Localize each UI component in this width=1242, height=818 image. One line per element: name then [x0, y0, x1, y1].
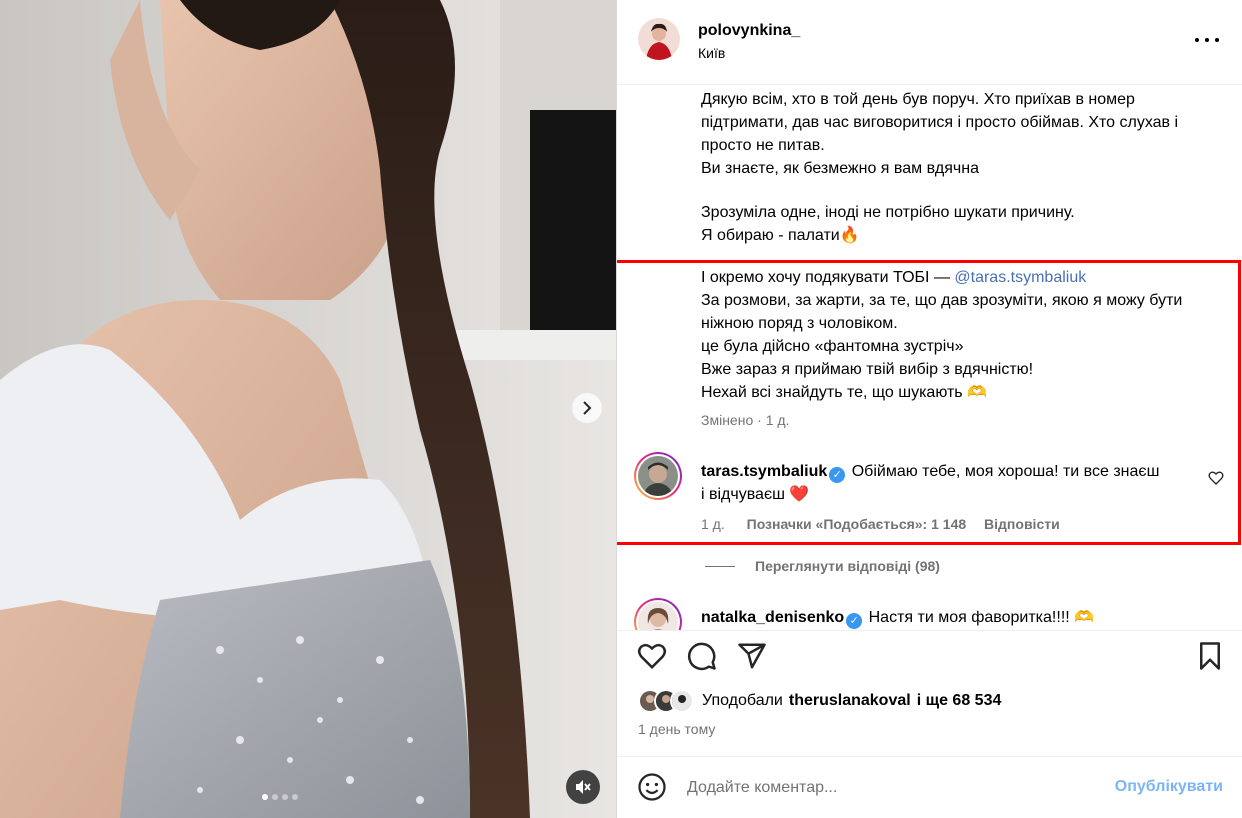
avatar-image — [638, 456, 678, 496]
avatar-image — [638, 18, 680, 60]
post-header: polovynkina_ Київ — [617, 0, 1242, 85]
commenter-username[interactable]: natalka_denisenko — [701, 609, 844, 626]
post-comment-button[interactable]: Опублікувати — [1115, 778, 1223, 796]
post-photo — [0, 0, 616, 818]
more-options-icon[interactable] — [1195, 30, 1219, 50]
avatar-image — [638, 602, 678, 630]
caption-line: Вже зараз я приймаю твій вибір з вдячніс… — [701, 361, 1034, 378]
caption-line: Я обираю - палати🔥 — [701, 227, 860, 244]
emoji-icon[interactable] — [637, 772, 667, 802]
author-avatar[interactable] — [638, 18, 680, 60]
comment-text: і відчуваєш ❤️ — [701, 486, 810, 503]
comment-line: natalka_denisenko ✓ Настя ти моя фаворитк… — [701, 606, 1201, 629]
chevron-right-icon — [583, 401, 592, 415]
bookmark-icon[interactable] — [1195, 641, 1225, 671]
post-media[interactable] — [0, 0, 616, 818]
mute-button[interactable] — [566, 770, 600, 804]
carousel-dot — [282, 794, 288, 800]
liked-by-count[interactable]: і ще 68 534 — [917, 692, 1002, 710]
next-media-button[interactable] — [572, 393, 602, 423]
caption-line: ніжною поряд з чоловіком. — [701, 315, 898, 332]
liker-avatars — [638, 689, 694, 713]
like-comment-heart-icon[interactable] — [1208, 470, 1224, 486]
commenter-username[interactable]: taras.tsymbaliuk — [701, 463, 827, 480]
comment-icon[interactable] — [687, 641, 717, 671]
add-comment-bar: Опублікувати — [617, 756, 1242, 818]
edited-time[interactable]: 1 д. — [766, 412, 790, 428]
caption-line: Зрозуміла одне, іноді не потрібно шукати… — [701, 204, 1075, 221]
verified-badge-icon: ✓ — [829, 467, 846, 483]
post-details-panel: polovynkina_ Київ Дякую всім, хто в той … — [616, 0, 1242, 818]
caption-line: просто не питав. — [701, 137, 825, 154]
carousel-indicator — [262, 794, 298, 800]
carousel-dot — [292, 794, 298, 800]
post-location[interactable]: Київ — [698, 45, 725, 61]
verified-badge-icon: ✓ — [846, 613, 863, 629]
caption-line: Нехай всі знайдуть те, що шукають 🫶 — [701, 384, 988, 401]
caption-line: це була дійсно «фантомна зустріч» — [701, 338, 964, 355]
caption-line: За розмови, за жарти, за те, що дав зроз… — [701, 292, 1183, 309]
reply-button[interactable]: Відповісти — [984, 516, 1060, 532]
comment-time[interactable]: 1 д. — [701, 516, 725, 532]
carousel-dot — [272, 794, 278, 800]
post-time[interactable]: 1 день тому — [638, 721, 715, 737]
caption-line: підтримати, дав час виговоритися і прост… — [701, 114, 1179, 131]
comments-list[interactable]: Дякую всім, хто в той день був поруч. Хт… — [617, 86, 1242, 630]
edited-label: Змінено — [701, 412, 754, 428]
comment-likes[interactable]: Позначки «Подобається»: 1 148 — [747, 516, 967, 532]
comment-meta: 1 д. Позначки «Подобається»: 1 148 Відпо… — [701, 516, 1060, 532]
view-replies-label: Переглянути відповіді (98) — [755, 558, 940, 574]
caption-meta: Змінено · 1 д. — [701, 412, 790, 428]
comment-body: natalka_denisenko ✓ Настя ти моя фаворитк… — [701, 606, 1201, 629]
author-username[interactable]: polovynkina_ — [698, 22, 800, 40]
speaker-muted-icon — [576, 780, 591, 794]
caption-block-1: Дякую всім, хто в той день був поруч. Хт… — [701, 88, 1231, 180]
commenter-avatar[interactable] — [634, 452, 682, 500]
replies-divider — [705, 565, 735, 567]
liked-by[interactable]: Уподобали theruslanakoval і ще 68 534 — [638, 689, 1001, 713]
caption-thanks-text: І окремо хочу подякувати ТОБІ — — [701, 269, 955, 286]
share-icon[interactable] — [737, 641, 767, 671]
caption-line: І окремо хочу подякувати ТОБІ — @taras.t… — [701, 266, 1231, 289]
liked-by-prefix: Уподобали — [702, 692, 783, 709]
comment-line: taras.tsymbaliuk ✓ Обіймаю тебе, моя хоро… — [701, 460, 1201, 483]
comment-body: taras.tsymbaliuk ✓ Обіймаю тебе, моя хоро… — [701, 460, 1201, 506]
heart-icon[interactable] — [637, 641, 667, 671]
liked-by-user[interactable]: theruslanakoval — [789, 692, 911, 710]
comment-input[interactable] — [687, 773, 1087, 803]
commenter-avatar[interactable] — [634, 598, 682, 630]
comment-text: Обіймаю тебе, моя хороша! ти все знаєш — [851, 463, 1160, 480]
caption-line: Ви знаєте, як безмежно я вам вдячна — [701, 160, 979, 177]
caption-block-3: І окремо хочу подякувати ТОБІ — @taras.t… — [701, 266, 1231, 404]
comment-text: Настя ти моя фаворитка!!!! 🫶 — [868, 609, 1095, 626]
caption-line: Дякую всім, хто в той день був поруч. Хт… — [701, 91, 1135, 108]
caption-block-2: Зрозуміла одне, іноді не потрібно шукати… — [701, 201, 1231, 247]
mention-link[interactable]: @taras.tsymbaliuk — [954, 269, 1086, 286]
post-actions: Уподобали theruslanakoval і ще 68 534 1 … — [617, 630, 1242, 750]
liker-avatar — [670, 689, 694, 713]
carousel-dot — [262, 794, 268, 800]
view-replies-button[interactable]: Переглянути відповіді (98) — [705, 558, 940, 574]
